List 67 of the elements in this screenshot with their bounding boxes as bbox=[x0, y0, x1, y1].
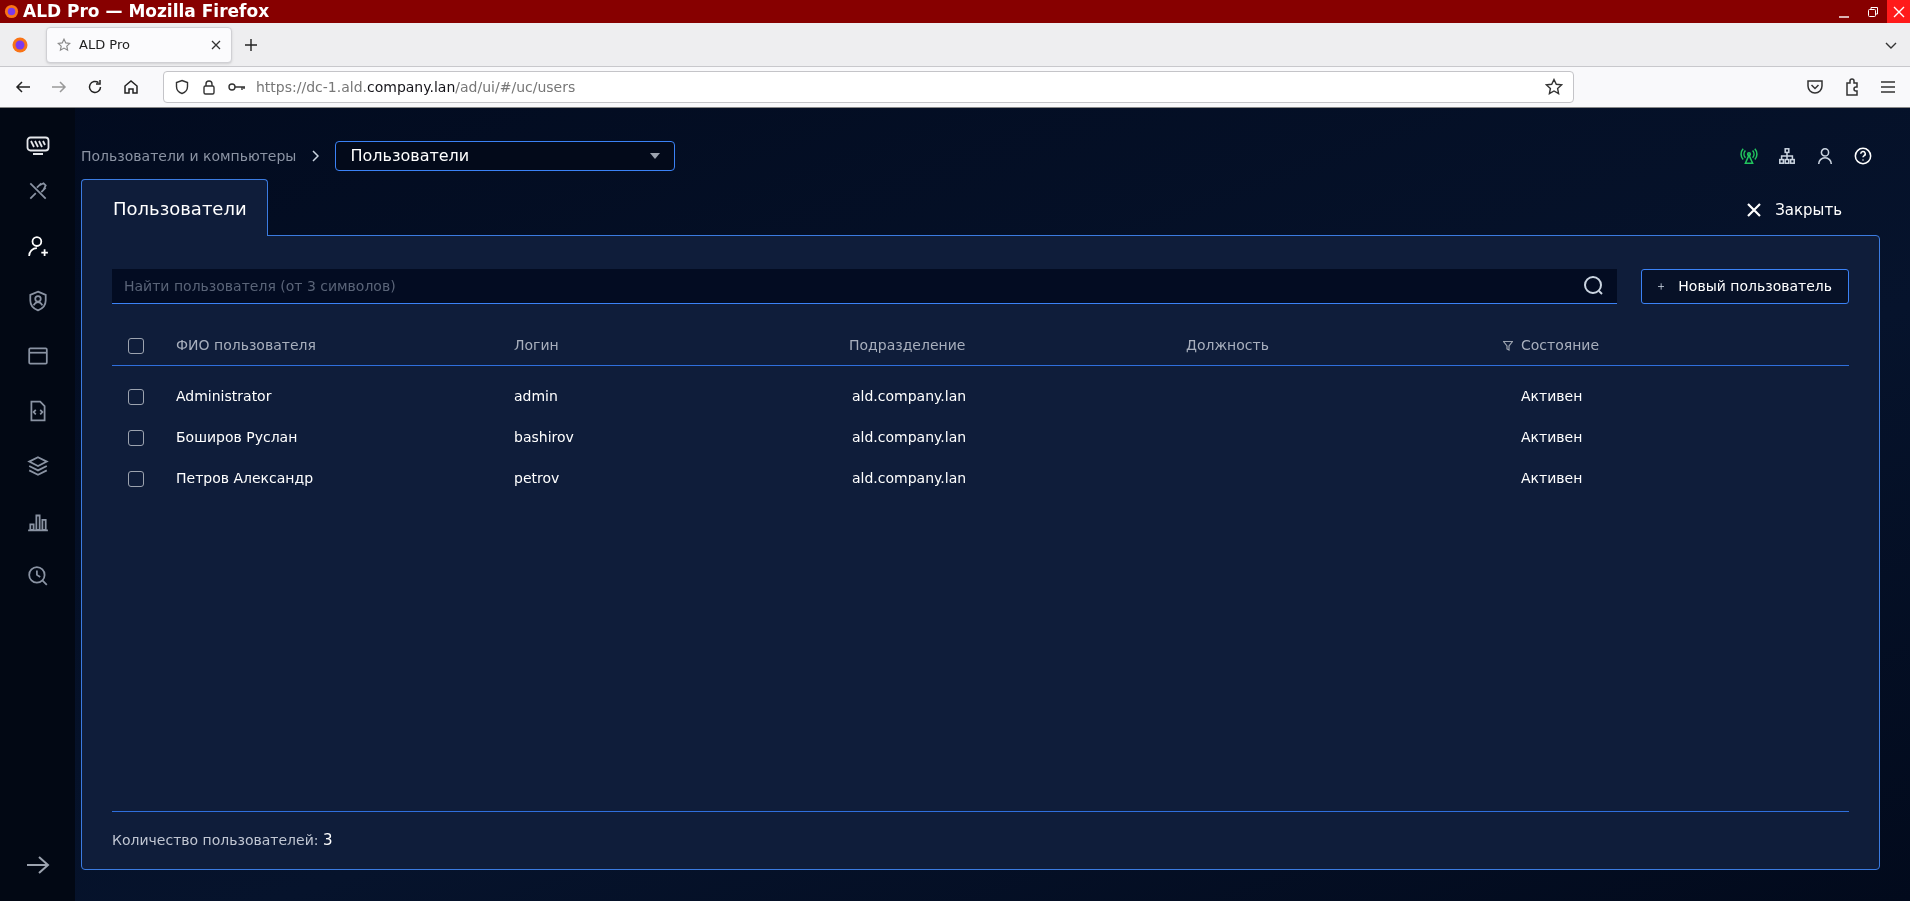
layers-icon[interactable] bbox=[26, 455, 49, 477]
window-icon[interactable] bbox=[26, 345, 49, 367]
table-cell-text: Administrator bbox=[176, 387, 272, 406]
table-cell-text: Активен bbox=[1521, 469, 1583, 488]
table-cell-text: Петров Александр bbox=[176, 469, 314, 488]
window-title: ALD Pro — Mozilla Firefox bbox=[23, 3, 270, 20]
extensions-icon[interactable] bbox=[1844, 78, 1860, 96]
table-cell-text: ald.company.lan bbox=[852, 428, 967, 447]
reload-icon[interactable] bbox=[87, 79, 103, 95]
browser-logo-icon bbox=[4, 4, 19, 19]
table-cell-text: admin bbox=[514, 387, 558, 406]
table-cell-text: ald.company.lan bbox=[852, 469, 967, 488]
help-icon[interactable] bbox=[1854, 147, 1872, 165]
filter-icon[interactable] bbox=[1503, 340, 1513, 351]
search-field[interactable]: Найти пользователя (от 3 символов) bbox=[112, 269, 1617, 304]
new-user-button[interactable]: Новый пользователь bbox=[1641, 269, 1849, 304]
table-cell-text: bashirov bbox=[514, 428, 574, 447]
close-button[interactable]: Закрыть bbox=[1747, 198, 1842, 221]
shield-icon bbox=[174, 79, 190, 95]
expand-arrow-icon[interactable] bbox=[25, 855, 50, 875]
chevron-right-icon bbox=[312, 150, 320, 162]
table-cell-text: Активен bbox=[1521, 428, 1583, 447]
menu-icon[interactable] bbox=[1880, 80, 1896, 94]
forward-icon[interactable] bbox=[51, 79, 67, 95]
plus-icon bbox=[1658, 281, 1665, 292]
star-icon[interactable] bbox=[1545, 78, 1563, 96]
key-icon bbox=[228, 81, 246, 93]
checkbox[interactable] bbox=[128, 388, 144, 405]
checkbox[interactable] bbox=[128, 337, 144, 354]
table-cell-text: ald.company.lan bbox=[852, 387, 967, 406]
antenna-icon[interactable] bbox=[1740, 147, 1758, 165]
restore-icon[interactable] bbox=[1867, 5, 1879, 18]
lock-icon bbox=[202, 79, 216, 95]
home-icon[interactable] bbox=[123, 79, 139, 95]
browser-logo-icon[interactable] bbox=[12, 36, 28, 53]
panel-tab[interactable]: Пользователи bbox=[81, 179, 268, 236]
section-dropdown[interactable]: Пользователи bbox=[335, 141, 676, 171]
search-icon[interactable] bbox=[1583, 275, 1605, 297]
column-header[interactable]: ФИО пользователя bbox=[176, 335, 316, 356]
close-window-button[interactable] bbox=[1887, 0, 1910, 23]
new-tab-icon[interactable] bbox=[244, 37, 258, 52]
browser-tab[interactable]: ALD Pro bbox=[46, 26, 232, 63]
user-count: Количество пользователей: 3 bbox=[112, 830, 333, 852]
shield-user-icon[interactable] bbox=[26, 290, 49, 312]
table-cell-text: Активен bbox=[1521, 387, 1583, 406]
column-header[interactable]: Логин bbox=[514, 335, 559, 356]
user-icon[interactable] bbox=[1816, 147, 1834, 165]
close-icon bbox=[1747, 202, 1762, 217]
back-icon[interactable] bbox=[15, 79, 31, 95]
checkbox[interactable] bbox=[128, 470, 144, 487]
close-tab-icon[interactable] bbox=[211, 39, 221, 50]
tab-title: ALD Pro bbox=[79, 35, 131, 54]
pocket-icon[interactable] bbox=[1806, 79, 1824, 95]
url-text: https://dc-1.ald.company.lan/ad/ui/#/uc/users bbox=[256, 77, 576, 97]
star-icon bbox=[57, 37, 71, 52]
address-bar[interactable]: https://dc-1.ald.company.lan/ad/ui/#/uc/users bbox=[163, 71, 1574, 103]
checkbox[interactable] bbox=[128, 429, 144, 446]
column-header[interactable]: Должность bbox=[1186, 335, 1269, 356]
dropdown-caret-icon bbox=[650, 153, 661, 159]
column-header[interactable]: Подразделение bbox=[849, 335, 966, 356]
table-cell-text: petrov bbox=[514, 469, 560, 488]
network-icon[interactable] bbox=[1778, 147, 1796, 165]
column-header[interactable]: Состояние bbox=[1521, 335, 1600, 356]
close-icon bbox=[1892, 5, 1905, 18]
monitor-logo-icon[interactable] bbox=[25, 136, 50, 156]
breadcrumb-link[interactable]: Пользователи и компьютеры bbox=[81, 145, 297, 167]
table-cell-text: Боширов Руслан bbox=[176, 428, 298, 447]
